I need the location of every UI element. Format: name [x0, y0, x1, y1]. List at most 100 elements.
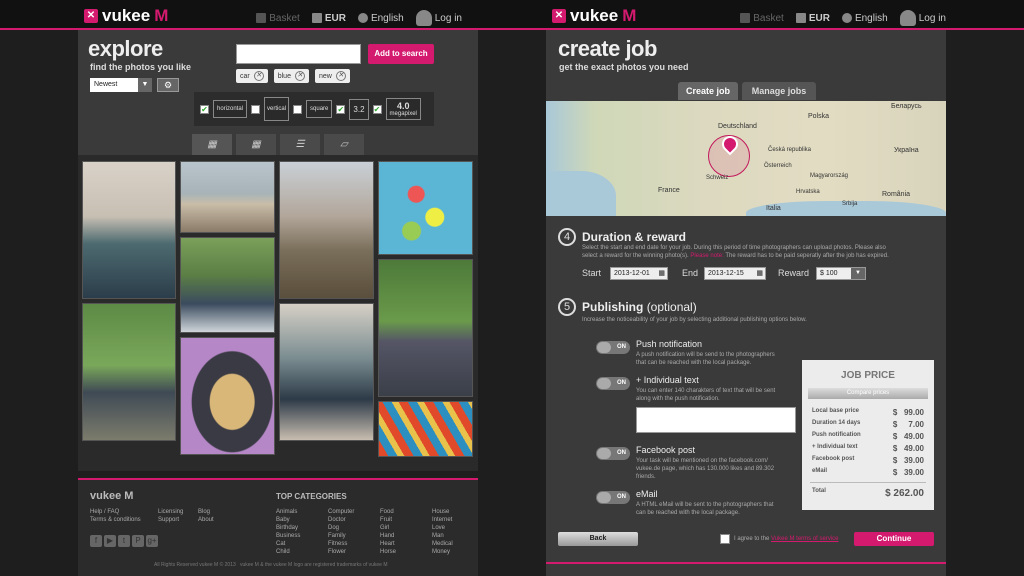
photo-tile[interactable]: [180, 337, 275, 455]
pinterest-icon[interactable]: P: [132, 535, 144, 547]
end-date-input[interactable]: 2013-12-15 ▦: [704, 267, 766, 280]
category-link[interactable]: Heart: [380, 540, 396, 548]
language-label: English: [854, 12, 888, 24]
settings-button[interactable]: ⚙: [157, 78, 179, 92]
option-desc-line: that can be reached with the local packa…: [636, 360, 752, 366]
basket-link[interactable]: Basket: [256, 10, 300, 26]
facebook-icon[interactable]: f: [90, 535, 102, 547]
category-link[interactable]: House: [432, 508, 453, 516]
photo-tile[interactable]: [279, 161, 374, 299]
currency-icon: [311, 13, 322, 23]
megapixel-checkbox[interactable]: ✔: [372, 104, 382, 114]
login-link[interactable]: Log in: [899, 10, 946, 26]
logo[interactable]: ✕ vukee M: [84, 6, 168, 26]
about-link[interactable]: About: [198, 516, 214, 524]
horizontal-checkbox[interactable]: ✔: [200, 104, 209, 114]
category-link[interactable]: Fruit: [380, 516, 396, 524]
category-link[interactable]: Doctor: [328, 516, 354, 524]
help-faq-link[interactable]: Help / FAQ: [90, 508, 141, 516]
remove-tag-icon[interactable]: ✕: [335, 71, 346, 81]
category-link[interactable]: Cat: [276, 540, 300, 548]
horizontal-option[interactable]: horizontal: [213, 100, 248, 118]
category-link[interactable]: Animals: [276, 508, 300, 516]
add-to-search-button[interactable]: Add to search: [368, 44, 434, 64]
push-notification-toggle[interactable]: ON: [596, 341, 630, 354]
terms-link[interactable]: Terms & conditions: [90, 516, 141, 524]
compare-prices-button[interactable]: Compare prices: [808, 388, 928, 399]
support-link[interactable]: Support: [158, 516, 183, 524]
tab-manage-jobs[interactable]: Manage jobs: [742, 82, 816, 100]
remove-tag-icon[interactable]: ✕: [294, 71, 305, 81]
remove-tag-icon[interactable]: ✕: [253, 71, 264, 81]
language-link[interactable]: English: [357, 10, 404, 26]
photo-tile[interactable]: [82, 303, 176, 441]
logo[interactable]: ✕ vukee M: [552, 6, 636, 26]
twitter-icon[interactable]: t: [118, 535, 130, 547]
youtube-icon[interactable]: ▶: [104, 535, 116, 547]
category-link[interactable]: Family: [328, 532, 354, 540]
map-view-tab[interactable]: ▱: [324, 134, 364, 155]
back-button[interactable]: Back: [558, 532, 638, 546]
sort-select[interactable]: Newest ▼: [90, 78, 152, 92]
blog-link[interactable]: Blog: [198, 508, 214, 516]
price-row: Local base price $ 99.00: [812, 408, 924, 417]
map-sea: [546, 171, 616, 216]
start-date-input[interactable]: 2013-12-01 ▦: [610, 267, 668, 280]
category-link[interactable]: Birthday: [276, 524, 300, 532]
continue-button[interactable]: Continue: [854, 532, 934, 546]
square-option[interactable]: square: [306, 100, 333, 118]
category-link[interactable]: Medical: [432, 540, 453, 548]
ratio-option[interactable]: 3.2: [349, 98, 369, 120]
facebook-post-toggle[interactable]: ON: [596, 447, 630, 460]
ratio-checkbox[interactable]: ✔: [336, 104, 346, 114]
basket-link[interactable]: Basket: [740, 10, 784, 26]
map[interactable]: Deutschland France Polska Česká republik…: [546, 101, 946, 216]
category-link[interactable]: Horse: [380, 548, 396, 556]
category-link[interactable]: Flower: [328, 548, 354, 556]
photo-tile[interactable]: [378, 259, 473, 397]
category-link[interactable]: Money: [432, 548, 453, 556]
google-plus-icon[interactable]: g+: [146, 535, 158, 547]
photo-tile[interactable]: [378, 161, 473, 255]
vertical-checkbox[interactable]: [251, 104, 261, 114]
category-link[interactable]: Fitness: [328, 540, 354, 548]
map-label: Srbija: [842, 201, 858, 207]
category-link[interactable]: Business: [276, 532, 300, 540]
category-link[interactable]: Baby: [276, 516, 300, 524]
vertical-option[interactable]: vertical: [264, 97, 290, 121]
language-link[interactable]: English: [841, 10, 888, 26]
megapixel-option[interactable]: 4.0 megapixel: [385, 98, 421, 120]
small-grid-view-tab[interactable]: ▦: [236, 134, 276, 155]
category-link[interactable]: Internet: [432, 516, 453, 524]
individual-text-toggle[interactable]: ON: [596, 377, 630, 390]
terms-checkbox[interactable]: [720, 534, 730, 544]
category-link[interactable]: Man: [432, 532, 453, 540]
individual-text-input[interactable]: [636, 407, 796, 433]
category-link[interactable]: Dog: [328, 524, 354, 532]
category-link[interactable]: Girl: [380, 524, 396, 532]
tag-label: new: [318, 72, 332, 80]
category-link[interactable]: Computer: [328, 508, 354, 516]
square-checkbox[interactable]: [293, 104, 303, 114]
terms-link[interactable]: Vukee M terms of service: [771, 536, 838, 542]
reward-select[interactable]: $ 100 ▼: [816, 267, 866, 280]
list-view-tab[interactable]: ☰: [280, 134, 320, 155]
category-link[interactable]: Hand: [380, 532, 396, 540]
tab-create-job[interactable]: Create job: [678, 82, 738, 100]
job-price-title: JOB PRICE: [841, 370, 895, 381]
photo-tile[interactable]: [180, 237, 275, 333]
photo-tile[interactable]: [378, 401, 473, 457]
currency-link[interactable]: EUR: [795, 10, 830, 26]
category-link[interactable]: Child: [276, 548, 300, 556]
licensing-link[interactable]: Licensing: [158, 508, 183, 516]
large-grid-view-tab[interactable]: ▦: [192, 134, 232, 155]
login-link[interactable]: Log in: [415, 10, 462, 26]
search-input[interactable]: [236, 44, 361, 64]
email-toggle[interactable]: ON: [596, 491, 630, 504]
category-link[interactable]: Food: [380, 508, 396, 516]
photo-tile[interactable]: [180, 161, 275, 233]
photo-tile[interactable]: [279, 303, 374, 441]
category-link[interactable]: Love: [432, 524, 453, 532]
photo-tile[interactable]: [82, 161, 176, 299]
currency-link[interactable]: EUR: [311, 10, 346, 26]
